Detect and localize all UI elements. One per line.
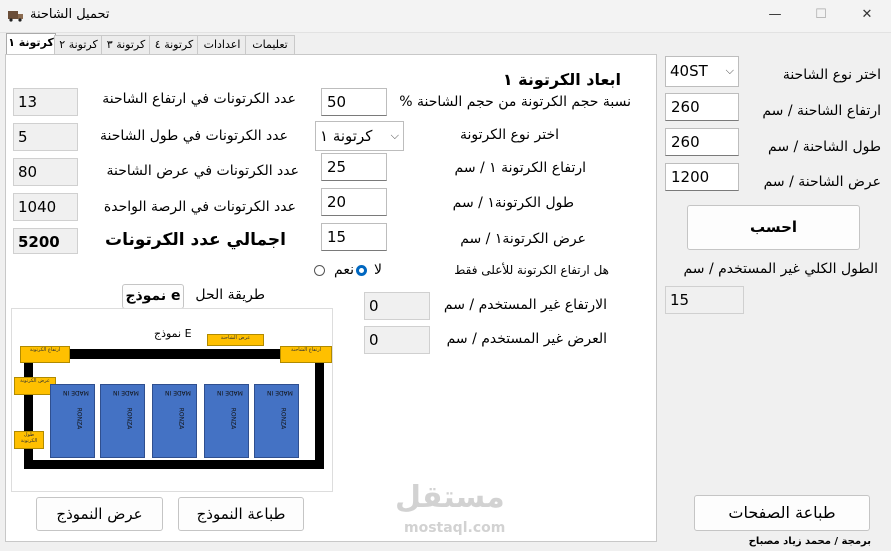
- carton-length-input[interactable]: 20: [321, 188, 387, 216]
- unused-width-label: العرض غير المستخدم / سم: [446, 331, 607, 347]
- show-model-button[interactable]: عرض النموذج: [36, 497, 163, 531]
- total-count-label: اجمالي عدد الكرتونات: [105, 230, 286, 250]
- box-label-top: MADE IN: [165, 389, 191, 396]
- unused-total-field: 15: [665, 286, 744, 314]
- carton-width-label: عرض الكرتونة١ / سم: [460, 231, 586, 247]
- tab-settings[interactable]: اعدادات: [197, 35, 247, 55]
- width-count-label: عدد الكرتونات في عرض الشاحنة: [106, 163, 299, 179]
- carton-height-label: ارتفاع الكرتونة ١ / سم: [454, 160, 587, 176]
- total-count-field: 5200: [13, 228, 78, 254]
- truck-height-input[interactable]: 260: [665, 93, 739, 121]
- watermark-domain: mostaql.com: [404, 520, 506, 536]
- chevron-down-icon: ⌵: [390, 129, 399, 142]
- volume-pct-label: نسبة حجم الكرتونة من حجم الشاحنة %: [399, 94, 631, 110]
- truck-width-input[interactable]: 1200: [665, 163, 739, 191]
- solution-diagram: نموذج E عرض الشاحنة ارتفاع الكرتونة ارتف…: [11, 308, 333, 492]
- height-count-field: 13: [13, 88, 78, 116]
- volume-pct-input[interactable]: 50: [321, 88, 387, 116]
- unused-total-label: الطول الكلي غير المستخدم / سم: [683, 261, 878, 277]
- no-radio[interactable]: [356, 265, 367, 276]
- truck-width-label: عرض الشاحنة / سم: [763, 174, 881, 190]
- carton-box: MADE IN RONZA: [152, 384, 197, 458]
- credits-text: برمجة / محمد زياد مصباح: [748, 536, 871, 547]
- box-label-top: MADE IN: [217, 389, 243, 396]
- tab-instructions[interactable]: تعليمات: [245, 35, 295, 55]
- carton-box: MADE IN RONZA: [100, 384, 145, 458]
- tab-carton-2[interactable]: كرتونة ٢: [54, 35, 103, 55]
- tab-carton-1[interactable]: كرتونة ١: [6, 33, 56, 56]
- diagram-title: نموذج E: [154, 327, 192, 340]
- watermark-brand: مستقل: [395, 480, 505, 515]
- carton-heading: ابعاد الكرتونة ١: [502, 70, 621, 89]
- box-label-top: MADE IN: [267, 389, 293, 396]
- print-model-button[interactable]: طباعة النموذج: [178, 497, 304, 531]
- yes-label: نعم: [334, 262, 354, 278]
- width-count-field: 80: [13, 158, 78, 186]
- carton-length-label: طول الكرتونة١ / سم: [452, 195, 574, 211]
- box-label-top: MADE IN: [113, 389, 139, 396]
- truck-length-label: طول الشاحنة / سم: [768, 139, 881, 155]
- pallet-count-label: عدد الكرتونات في الرصة الواحدة: [103, 199, 296, 215]
- chevron-down-icon: ⌵: [725, 64, 734, 77]
- box-label-side: RONZA: [279, 407, 287, 430]
- pallet-count-field: 1040: [13, 193, 78, 221]
- truck-width-label: عرض الشاحنة: [207, 334, 264, 346]
- unused-width-field: 0: [364, 326, 430, 354]
- top-only-question: هل ارتفاع الكرتونة للأعلى فقط: [454, 263, 609, 277]
- length-count-label: عدد الكرتونات في طول الشاحنة: [99, 128, 288, 144]
- length-count-field: 5: [13, 123, 78, 151]
- print-pages-button[interactable]: طباعة الصفحات: [694, 495, 870, 531]
- method-label: طريقة الحل: [195, 287, 265, 303]
- yes-radio[interactable]: [314, 265, 325, 276]
- method-value-box[interactable]: نموذج e: [122, 284, 184, 309]
- maximize-button[interactable]: ☐: [798, 0, 844, 32]
- close-button[interactable]: ✕: [844, 0, 890, 32]
- height-count-label: عدد الكرتونات في ارتفاع الشاحنة: [102, 91, 296, 107]
- truck-height-tag: ارتفاع الشاحنة: [280, 346, 332, 363]
- box-label-side: RONZA: [229, 407, 237, 430]
- carton-type-value: كرتونة ١: [320, 127, 373, 145]
- calculate-button[interactable]: احسب: [687, 205, 860, 250]
- tab-carton-4[interactable]: كرتونة ٤: [149, 35, 199, 55]
- tab-carton-3[interactable]: كرتونة ٣: [101, 35, 151, 55]
- unused-height-field: 0: [364, 292, 430, 320]
- carton-width-input[interactable]: 15: [321, 223, 387, 251]
- carton-height-input[interactable]: 25: [321, 153, 387, 181]
- truck-type-label: اختر نوع الشاحنة: [782, 67, 881, 83]
- carton-box: MADE IN RONZA: [204, 384, 249, 458]
- truck-type-select[interactable]: 40ST ⌵: [665, 56, 739, 87]
- unused-height-label: الارتفاع غير المستخدم / سم: [443, 297, 607, 313]
- truck-length-input[interactable]: 260: [665, 128, 739, 156]
- carton-box: MADE IN RONZA: [50, 384, 95, 458]
- window-title: تحميل الشاحنة: [30, 7, 110, 22]
- box-label-top: MADE IN: [63, 389, 89, 396]
- no-label: لا: [374, 262, 382, 278]
- carton-type-label: اختر نوع الكرتونة: [459, 127, 559, 143]
- box-label-side: RONZA: [125, 407, 133, 430]
- carton-type-select[interactable]: كرتونة ١ ⌵: [315, 121, 404, 151]
- carton-height-tag: ارتفاع الكرتونة: [20, 346, 70, 363]
- truck-height-label: ارتفاع الشاحنة / سم: [762, 103, 881, 119]
- box-label-side: RONZA: [75, 407, 83, 430]
- carton-length-tag: طول الكرتونة: [14, 431, 44, 449]
- truck-type-value: 40ST: [670, 62, 708, 80]
- box-label-side: RONZA: [177, 407, 185, 430]
- carton-box: MADE IN RONZA: [254, 384, 299, 458]
- minimize-button[interactable]: —: [752, 0, 798, 32]
- truck-app-icon: [8, 11, 23, 22]
